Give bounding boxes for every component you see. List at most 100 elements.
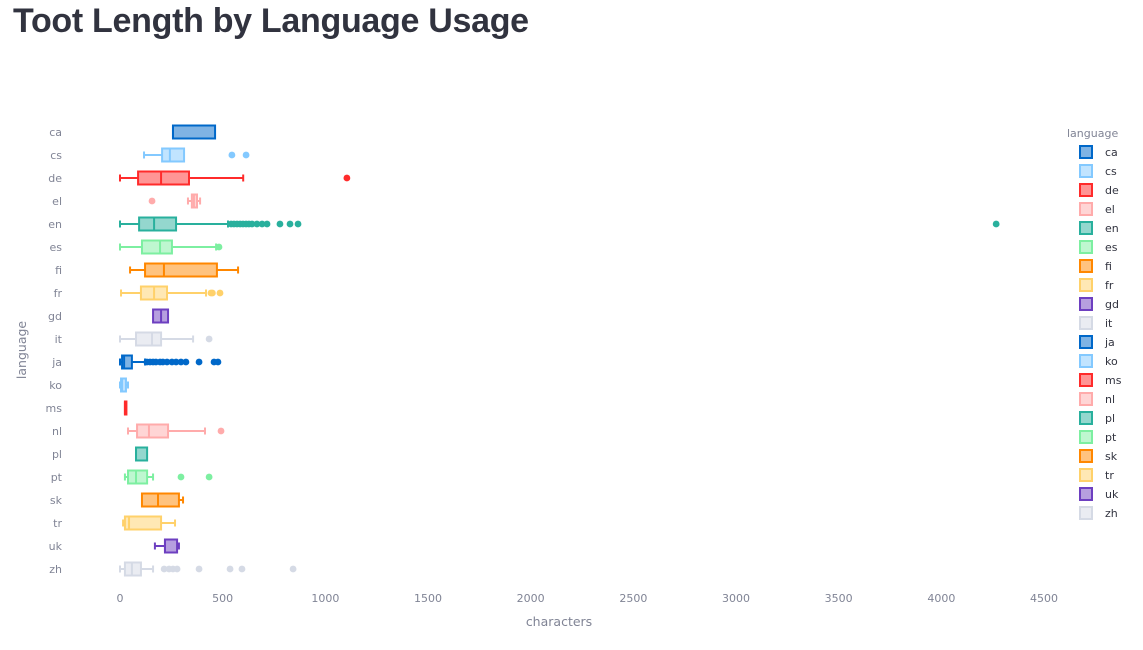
legend-label: uk — [1105, 488, 1119, 501]
box-iqr — [135, 331, 163, 347]
box-pt — [123, 469, 213, 485]
outlier-point — [214, 358, 222, 366]
x-tick-label: 4000 — [927, 592, 955, 605]
y-tick-label: el — [52, 195, 62, 208]
legend-item-ko: ko — [1079, 354, 1118, 368]
y-tick-label: pl — [52, 448, 62, 461]
box-el — [148, 193, 202, 209]
outlier-point — [148, 197, 156, 205]
legend-item-gd: gd — [1079, 297, 1119, 311]
outlier-point — [294, 220, 302, 228]
box-pl — [135, 446, 149, 462]
outlier-point — [289, 565, 297, 573]
legend-item-nl: nl — [1079, 392, 1115, 406]
box-it — [119, 331, 213, 347]
x-tick-label: 0 — [117, 592, 124, 605]
legend-label: tr — [1105, 469, 1114, 482]
legend-item-fr: fr — [1079, 278, 1114, 292]
legend-swatch — [1079, 468, 1093, 482]
legend-label: zh — [1105, 507, 1118, 520]
box-iqr — [123, 561, 142, 577]
box-ca — [171, 124, 217, 140]
outlier-point — [263, 220, 271, 228]
x-tick-label: 1000 — [311, 592, 339, 605]
box-uk — [153, 538, 180, 554]
legend-label: nl — [1105, 393, 1115, 406]
box-fi — [129, 262, 240, 278]
x-axis-title: characters — [526, 614, 592, 629]
legend-swatch — [1079, 449, 1093, 463]
outlier-point — [276, 220, 284, 228]
y-tick-label: fr — [54, 287, 63, 300]
box-iqr — [140, 239, 173, 255]
outlier-point — [205, 473, 213, 481]
legend-swatch — [1079, 354, 1093, 368]
y-tick-label: fi — [55, 264, 62, 277]
x-tick-label: 2000 — [517, 592, 545, 605]
legend-label: fi — [1105, 260, 1112, 273]
legend-label: pl — [1105, 412, 1115, 425]
legend-label: en — [1105, 222, 1119, 235]
legend-item-uk: uk — [1079, 487, 1119, 501]
box-iqr — [127, 469, 149, 485]
y-tick-label: tr — [53, 517, 62, 530]
outlier-point — [205, 335, 213, 343]
legend-item-ms: ms — [1079, 373, 1122, 387]
y-tick-label: cs — [50, 149, 62, 162]
outlier-point — [173, 565, 181, 573]
box-iqr — [137, 170, 190, 186]
legend-item-sk: sk — [1079, 449, 1118, 463]
outlier-point — [242, 151, 250, 159]
box-cs — [143, 147, 250, 163]
legend-label: gd — [1105, 298, 1119, 311]
box-nl — [127, 423, 225, 439]
y-tick-label: ca — [49, 126, 62, 139]
box-iqr — [140, 492, 180, 508]
x-tick-label: 1500 — [414, 592, 442, 605]
box-gd — [152, 308, 170, 324]
legend-item-pt: pt — [1079, 430, 1117, 444]
legend-label: ja — [1104, 336, 1115, 349]
box-de — [119, 170, 351, 186]
legend-item-zh: zh — [1079, 506, 1118, 520]
y-tick-label: ko — [49, 379, 62, 392]
box-iqr — [144, 262, 218, 278]
y-axis-ticks: ca cs de el en es fi fr gd it ja ko ms nl pl pt sk tr uk zh — [46, 126, 63, 576]
legend-swatch — [1079, 164, 1093, 178]
outlier-point — [217, 427, 225, 435]
legend-item-it: it — [1079, 316, 1113, 330]
x-tick-label: 3500 — [825, 592, 853, 605]
box-iqr — [138, 216, 178, 232]
x-tick-label: 4500 — [1030, 592, 1058, 605]
y-axis-title: language — [14, 321, 29, 380]
y-tick-label: sk — [50, 494, 63, 507]
box-iqr — [171, 124, 217, 140]
outlier-point — [209, 289, 216, 297]
legend-swatch — [1079, 506, 1093, 520]
legend-swatch — [1079, 183, 1093, 197]
legend-item-ca: ca — [1079, 145, 1118, 159]
y-tick-label: en — [48, 218, 62, 231]
x-axis-ticks: 0 500 1000 1500 2000 2500 3000 3500 4000 4500 — [117, 592, 1059, 605]
legend-swatch — [1079, 145, 1093, 159]
y-tick-label: it — [55, 333, 63, 346]
legend-label: sk — [1105, 450, 1118, 463]
legend-item-de: de — [1079, 183, 1119, 197]
box-plot-chart: ca cs de el en es fi fr gd it ja ko ms nl pl pt sk tr uk zh… — [14, 124, 1122, 629]
box-fr — [120, 285, 224, 301]
legend-title: language — [1067, 127, 1118, 140]
outlier-point — [215, 243, 223, 251]
legend-label: it — [1105, 317, 1113, 330]
outlier-point — [238, 565, 246, 573]
outlier-point — [182, 358, 190, 366]
box-en — [119, 216, 1000, 232]
outlier-point — [226, 565, 234, 573]
legend: language ca cs de el en es fi fr gd it ja ko ms nl pl p… — [1067, 127, 1122, 520]
legend-swatch — [1079, 487, 1093, 501]
plot-area — [119, 124, 1000, 577]
legend-swatch — [1079, 202, 1093, 216]
legend-item-en: en — [1079, 221, 1119, 235]
outlier-point — [286, 220, 294, 228]
legend-swatch — [1079, 335, 1093, 349]
y-tick-label: nl — [52, 425, 62, 438]
